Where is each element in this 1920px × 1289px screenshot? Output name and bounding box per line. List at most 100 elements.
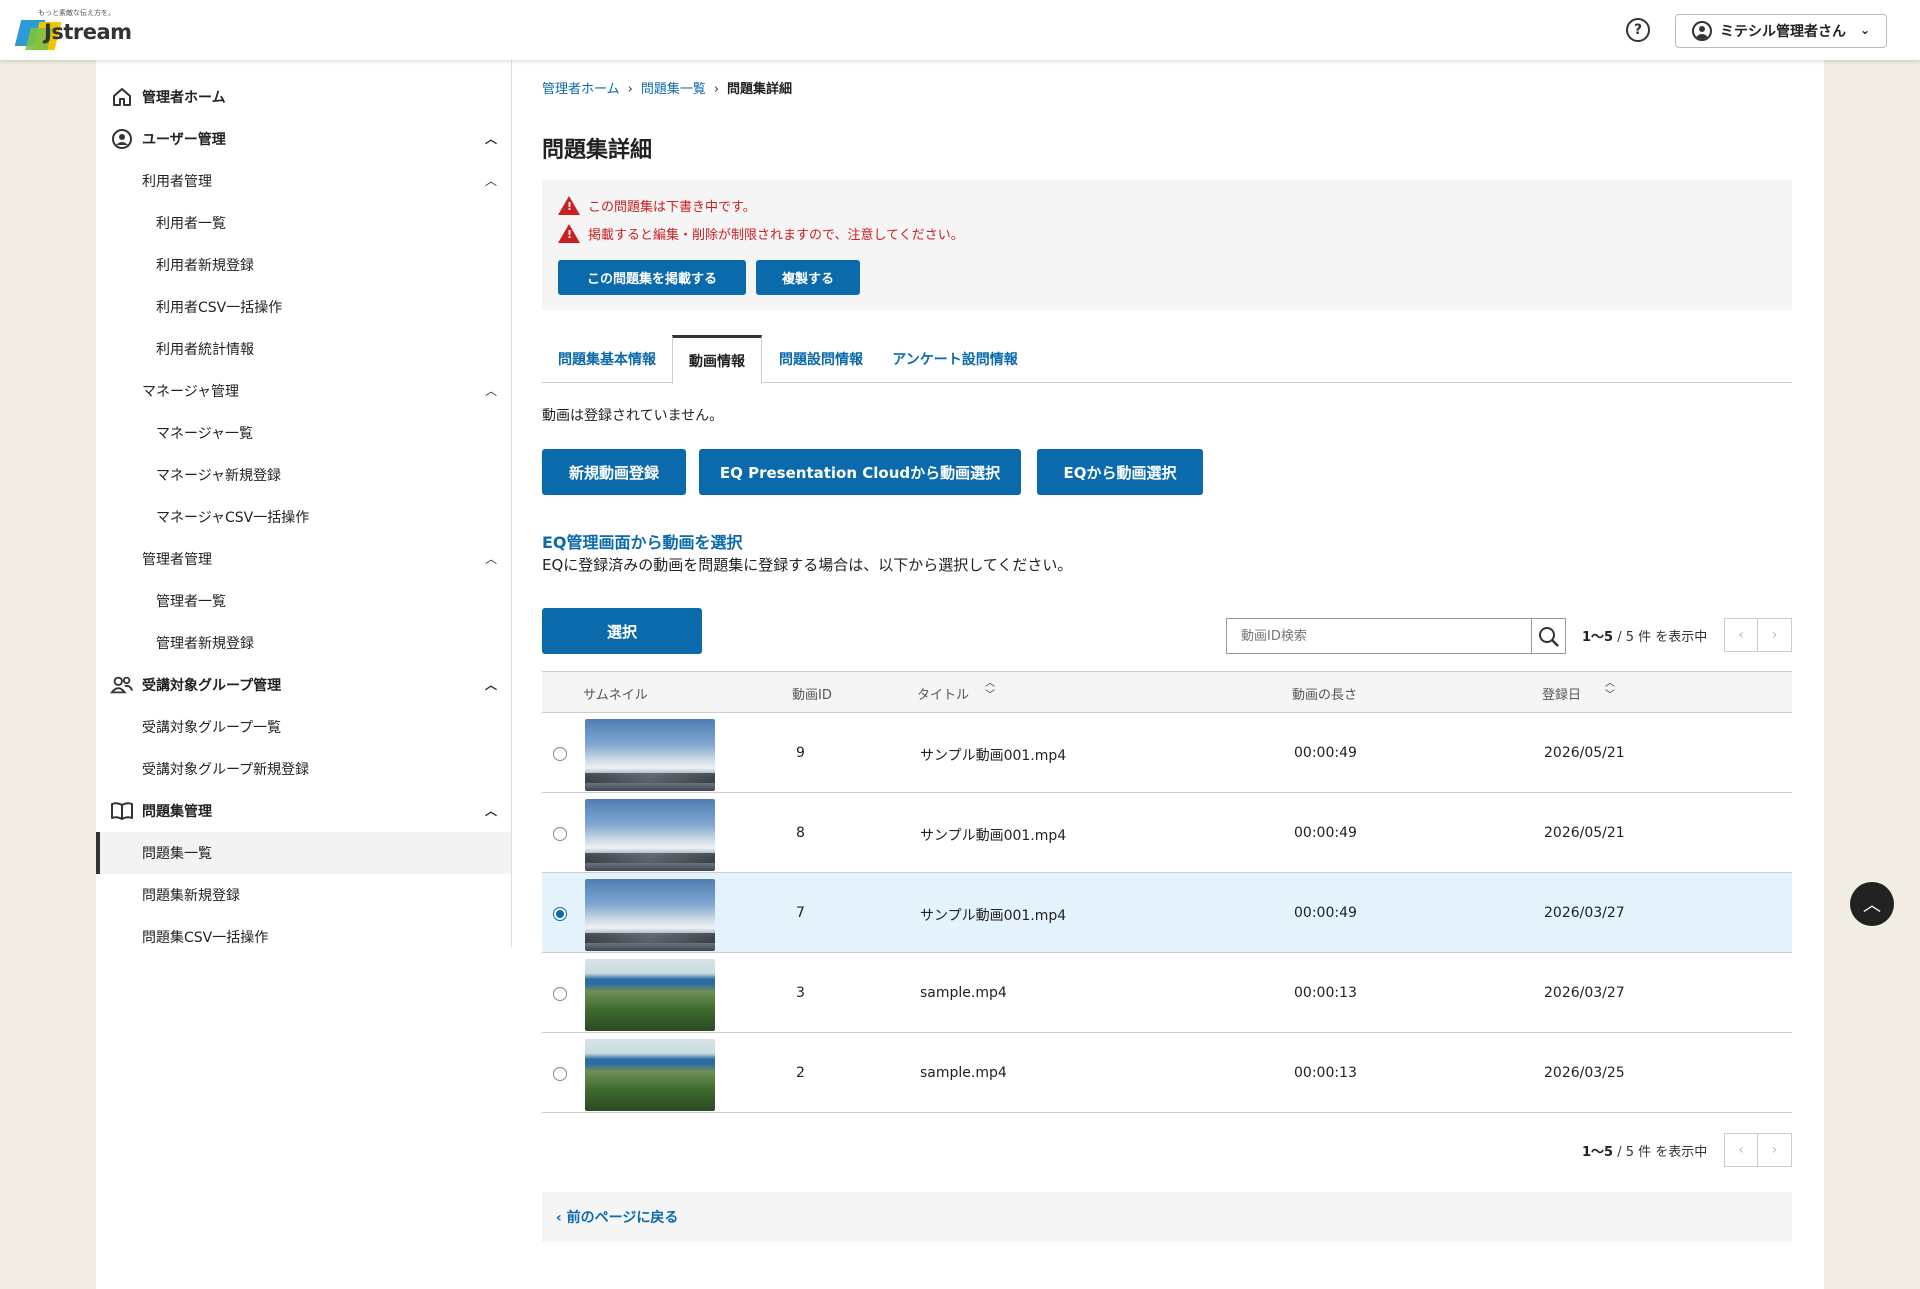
sidebar-item-group-mgmt[interactable]: 受講対象グループ管理 ︿ bbox=[96, 664, 511, 706]
cell-video-id: 2 bbox=[796, 1065, 805, 1081]
eq-select-button[interactable]: EQから動画選択 bbox=[1037, 449, 1203, 495]
chevron-up-icon[interactable]: ︿ bbox=[485, 550, 497, 567]
sidebar-item-label: 利用者新規登録 bbox=[156, 258, 254, 274]
sidebar-item-user-stats[interactable]: 利用者統計情報 bbox=[96, 328, 511, 370]
table-row[interactable]: 9 サンプル動画001.mp4 00:00:49 2026/05/21 bbox=[542, 713, 1792, 793]
chevron-up-icon[interactable]: ︿ bbox=[485, 802, 497, 819]
jstream-logo[interactable]: もっと素敵な伝え方を。 Jstream bbox=[14, 6, 132, 52]
sidebar-item-label: 問題集CSV一括操作 bbox=[142, 930, 269, 946]
cell-duration: 00:00:13 bbox=[1294, 1065, 1357, 1081]
table-row[interactable]: 2 sample.mp4 00:00:13 2026/03/25 bbox=[542, 1033, 1792, 1113]
breadcrumb-quiz-list-link[interactable]: 問題集一覧 bbox=[641, 82, 706, 97]
sidebar-item-label: 管理者新規登録 bbox=[156, 636, 254, 652]
warning-icon: ! bbox=[558, 224, 580, 243]
book-icon bbox=[110, 799, 134, 823]
result-count: 1〜5 / 5 件 を表示中 bbox=[1582, 626, 1707, 645]
prev-page-icon[interactable]: ‹ bbox=[1725, 1134, 1759, 1166]
chevron-up-icon[interactable]: ︿ bbox=[485, 382, 497, 399]
new-video-button[interactable]: 新規動画登録 bbox=[542, 449, 686, 495]
count-total: / 5 件 を表示中 bbox=[1613, 1145, 1708, 1160]
count-range: 1〜5 bbox=[1582, 630, 1614, 645]
chevron-up-icon[interactable]: ︿ bbox=[485, 676, 497, 693]
sidebar-item-admin-sub[interactable]: 管理者管理 ︿ bbox=[96, 538, 511, 580]
sidebar-item-manager-list[interactable]: マネージャ一覧 bbox=[96, 412, 511, 454]
tab-video-info[interactable]: 動画情報 bbox=[672, 335, 762, 384]
sidebar-item-quiz-mgmt[interactable]: 問題集管理 ︿ bbox=[96, 790, 511, 832]
sidebar-item-user-list[interactable]: 利用者一覧 bbox=[96, 202, 511, 244]
sidebar-item-label: マネージャ新規登録 bbox=[156, 468, 282, 484]
user-menu-button[interactable]: ミテシル管理者さん ⌄ bbox=[1675, 14, 1887, 48]
col-thumbnail: サムネイル bbox=[583, 688, 648, 703]
sidebar-item-label: 問題集一覧 bbox=[142, 846, 212, 862]
sidebar-item-user-sub[interactable]: 利用者管理 ︿ bbox=[96, 160, 511, 202]
back-link[interactable]: ‹ 前のページに戻る bbox=[556, 1207, 678, 1227]
section-description: EQに登録済みの動画を問題集に登録する場合は、以下から選択してください。 bbox=[542, 556, 1073, 574]
row-radio[interactable] bbox=[553, 987, 567, 1001]
breadcrumb-home-link[interactable]: 管理者ホーム bbox=[542, 82, 620, 97]
sidebar-item-manager-sub[interactable]: マネージャ管理 ︿ bbox=[96, 370, 511, 412]
video-thumbnail bbox=[585, 1039, 715, 1111]
cell-title: サンプル動画001.mp4 bbox=[920, 828, 1067, 844]
video-thumbnail bbox=[585, 719, 715, 791]
sidebar-item-manager-new[interactable]: マネージャ新規登録 bbox=[96, 454, 511, 496]
sidebar-item-user-mgmt[interactable]: ユーザー管理 ︿ bbox=[96, 118, 511, 160]
row-radio[interactable] bbox=[553, 907, 567, 921]
logo-tagline: もっと素敵な伝え方を。 bbox=[38, 9, 115, 17]
chevron-up-icon[interactable]: ︿ bbox=[485, 130, 497, 147]
video-thumbnail bbox=[585, 799, 715, 871]
prev-page-icon[interactable]: ‹ bbox=[1725, 619, 1759, 651]
cell-date: 2026/05/21 bbox=[1544, 745, 1625, 761]
sidebar-item-group-list[interactable]: 受講対象グループ一覧 bbox=[96, 706, 511, 748]
tab-basic-info[interactable]: 問題集基本情報 bbox=[542, 335, 672, 383]
tab-question-info[interactable]: 問題設問情報 bbox=[762, 335, 880, 383]
sidebar-item-user-new[interactable]: 利用者新規登録 bbox=[96, 244, 511, 286]
sidebar-item-user-csv[interactable]: 利用者CSV一括操作 bbox=[96, 286, 511, 328]
table-row[interactable]: 3 sample.mp4 00:00:13 2026/03/27 bbox=[542, 953, 1792, 1033]
page-title: 問題集詳細 bbox=[542, 138, 653, 163]
user-circle-icon bbox=[110, 127, 134, 151]
sidebar-item-manager-csv[interactable]: マネージャCSV一括操作 bbox=[96, 496, 511, 538]
sidebar-item-quiz-csv[interactable]: 問題集CSV一括操作 bbox=[96, 916, 511, 958]
cell-duration: 00:00:13 bbox=[1294, 985, 1357, 1001]
col-date: 登録日 bbox=[1542, 688, 1582, 703]
tab-survey-info[interactable]: アンケート設問情報 bbox=[880, 335, 1030, 383]
next-page-icon[interactable]: › bbox=[1758, 619, 1791, 651]
sidebar-item-label: 管理者一覧 bbox=[156, 594, 226, 610]
publish-button[interactable]: この問題集を掲載する bbox=[558, 260, 746, 295]
copy-button[interactable]: 複製する bbox=[756, 260, 860, 295]
chevron-up-icon[interactable]: ︿ bbox=[485, 172, 497, 189]
sidebar-item-group-new[interactable]: 受講対象グループ新規登録 bbox=[96, 748, 511, 790]
search-button[interactable] bbox=[1532, 618, 1566, 654]
draft-alert: ! この問題集は下書き中です。 ! 掲載すると編集・削除が制限されますので、注意… bbox=[542, 180, 1792, 310]
select-button[interactable]: 選択 bbox=[542, 608, 702, 654]
video-thumbnail bbox=[585, 879, 715, 951]
search-input[interactable] bbox=[1227, 619, 1531, 653]
sidebar-item-admin-new[interactable]: 管理者新規登録 bbox=[96, 622, 511, 664]
top-header: もっと素敵な伝え方を。 Jstream ? ミテシル管理者さん ⌄ bbox=[0, 0, 1920, 60]
row-radio[interactable] bbox=[553, 747, 567, 761]
sidebar-item-label: 問題集新規登録 bbox=[142, 888, 240, 904]
row-radio[interactable] bbox=[553, 1067, 567, 1081]
table-row[interactable]: 7 サンプル動画001.mp4 00:00:49 2026/03/27 bbox=[542, 873, 1792, 953]
count-total: / 5 件 を表示中 bbox=[1613, 630, 1708, 645]
eq-presentation-cloud-button[interactable]: EQ Presentation Cloudから動画選択 bbox=[699, 449, 1021, 495]
sidebar-item-admin-list[interactable]: 管理者一覧 bbox=[96, 580, 511, 622]
sidebar-item-label: 管理者管理 bbox=[142, 552, 212, 568]
breadcrumb-current: 問題集詳細 bbox=[727, 82, 793, 97]
help-icon[interactable]: ? bbox=[1626, 18, 1650, 42]
section-title: EQ管理画面から動画を選択 bbox=[542, 533, 743, 552]
sidebar-item-quiz-new[interactable]: 問題集新規登録 bbox=[96, 874, 511, 916]
sidebar-item-quiz-list[interactable]: 問題集一覧 bbox=[96, 832, 511, 874]
scroll-to-top-button[interactable]: ︿ bbox=[1850, 882, 1894, 926]
sidebar-item-home[interactable]: 管理者ホーム bbox=[96, 76, 511, 118]
cell-duration: 00:00:49 bbox=[1294, 825, 1357, 841]
next-page-icon[interactable]: › bbox=[1758, 1134, 1791, 1166]
row-radio[interactable] bbox=[553, 827, 567, 841]
sort-icon[interactable]: ︿ ﹀ bbox=[1604, 678, 1616, 702]
table-row[interactable]: 8 サンプル動画001.mp4 00:00:49 2026/05/21 bbox=[542, 793, 1792, 873]
cell-date: 2026/05/21 bbox=[1544, 825, 1625, 841]
cell-video-id: 3 bbox=[796, 985, 805, 1001]
user-icon bbox=[1692, 21, 1712, 41]
sort-icon[interactable]: ︿ ﹀ bbox=[984, 678, 996, 702]
sidebar-item-label: 問題集管理 bbox=[142, 804, 212, 820]
